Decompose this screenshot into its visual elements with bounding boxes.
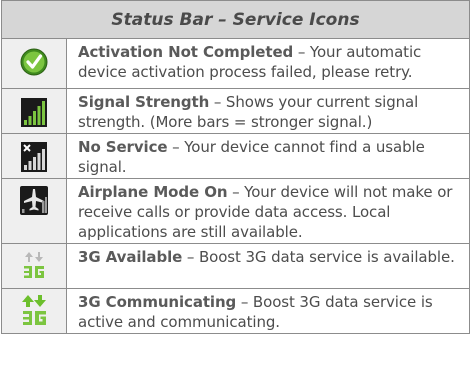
row-term: Activation Not Completed <box>78 43 294 61</box>
icon-cell <box>1 288 67 334</box>
icon-cell <box>1 133 67 179</box>
icon-cell <box>1 243 67 289</box>
row-term: No Service <box>78 138 168 156</box>
table-row: Airplane Mode On – Your device will not … <box>1 178 470 244</box>
row-term: 3G Available <box>78 248 183 266</box>
description-cell: Signal Strength – Shows your current sig… <box>66 88 470 134</box>
service-icons-table: Status Bar – Service Icons Activation No… <box>1 0 470 334</box>
table-row: No Service – Your device cannot find a u… <box>1 133 470 179</box>
3g-available-icon <box>24 252 44 278</box>
icon-cell <box>1 88 67 134</box>
activation-check-icon <box>20 48 48 76</box>
table-row: 3G Available – Boost 3G data service is … <box>1 243 470 289</box>
description-cell: 3G Available – Boost 3G data service is … <box>66 243 470 289</box>
table-row: Activation Not Completed – Your automati… <box>1 38 470 89</box>
description-cell: Activation Not Completed – Your automati… <box>66 38 470 89</box>
row-description: – Boost 3G data service is available. <box>182 248 455 266</box>
table-row: 3G Communicating – Boost 3G data service… <box>1 288 470 334</box>
description-cell: Airplane Mode On – Your device will not … <box>66 178 470 244</box>
description-cell: 3G Communicating – Boost 3G data service… <box>66 288 470 334</box>
table-title: Status Bar – Service Icons <box>1 0 470 39</box>
row-term: Signal Strength <box>78 93 210 111</box>
3g-communicating-icon <box>22 295 46 325</box>
airplane-mode-icon <box>20 186 48 215</box>
table-header-row: Status Bar – Service Icons <box>1 0 470 39</box>
row-term: Airplane Mode On <box>78 183 228 201</box>
icon-cell <box>1 38 67 89</box>
icon-cell <box>1 178 67 244</box>
table-row: Signal Strength – Shows your current sig… <box>1 88 470 134</box>
no-service-icon <box>21 142 47 172</box>
signal-strength-icon <box>21 98 47 127</box>
row-term: 3G Communicating <box>78 293 237 311</box>
description-cell: No Service – Your device cannot find a u… <box>66 133 470 179</box>
